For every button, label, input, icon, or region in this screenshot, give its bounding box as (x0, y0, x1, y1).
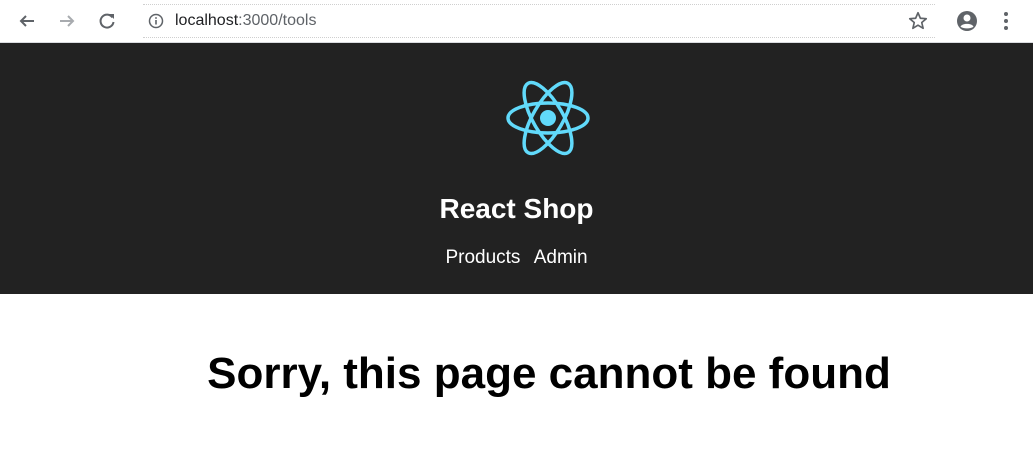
reload-button[interactable] (95, 9, 119, 33)
info-icon[interactable] (148, 13, 164, 29)
nav-link-admin[interactable]: Admin (534, 247, 588, 268)
more-vert-icon[interactable] (1001, 10, 1011, 32)
url-host: localhost (175, 12, 239, 29)
forward-button[interactable] (55, 9, 79, 33)
browser-toolbar: localhost:3000/tools (0, 0, 1033, 43)
forward-arrow-icon (60, 15, 75, 27)
back-button[interactable] (15, 9, 39, 33)
url-text[interactable]: localhost:3000/tools (175, 11, 316, 31)
account-icon[interactable] (955, 9, 979, 33)
address-bar[interactable]: localhost:3000/tools (143, 4, 935, 38)
not-found-heading: Sorry, this page cannot be found (207, 349, 891, 398)
back-arrow-icon (19, 15, 34, 27)
reload-icon (99, 13, 115, 29)
star-icon[interactable] (907, 10, 929, 32)
app-title: React Shop (439, 193, 594, 224)
app-header: React Shop Products Admin (0, 43, 1033, 294)
react-logo-icon (506, 80, 590, 156)
header-nav: Products Admin (0, 246, 1033, 270)
nav-link-products[interactable]: Products (445, 247, 520, 268)
url-path: :3000/tools (238, 12, 317, 29)
